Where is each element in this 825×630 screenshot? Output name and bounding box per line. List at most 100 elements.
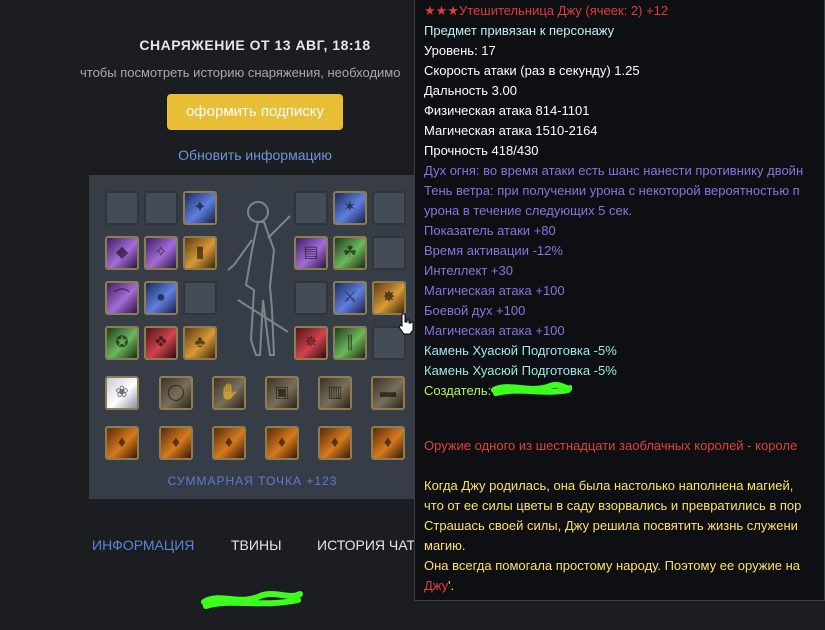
card-slot[interactable]: ♦ <box>159 426 193 460</box>
stat-level: Уровень: 17 <box>424 43 496 58</box>
equip-slot[interactable]: ▤ <box>294 236 328 270</box>
amulet-icon: ✧ <box>154 244 168 261</box>
helmet-icon: ◯ <box>167 384 185 401</box>
bonus-stat: Показатель атаки +80 <box>424 223 556 238</box>
equip-slot[interactable] <box>183 281 217 315</box>
equip-slot[interactable]: ✪ <box>105 326 139 360</box>
skill-fire: Дух огня: во время атаки есть шанс нанес… <box>424 163 804 178</box>
redaction-scribble <box>491 381 572 396</box>
card-icon: ♦ <box>330 434 340 451</box>
equip-slot[interactable]: ∥ <box>333 326 367 360</box>
card-icon: ♦ <box>117 434 127 451</box>
pants-icon: ▥ <box>327 384 343 401</box>
fur-icon: ❀ <box>115 384 129 401</box>
equip-slot[interactable] <box>372 236 406 270</box>
card-slot[interactable]: ♦ <box>371 426 405 460</box>
item-description: Оружие одного из шестнадцати заоблачных … <box>424 438 798 453</box>
equip-slot[interactable]: ◯ <box>159 376 193 410</box>
crystal-icon: ✶ <box>343 199 357 216</box>
pet-icon: ☘ <box>342 244 358 261</box>
hand-cursor-icon <box>398 313 414 335</box>
star-icon: ✵ <box>304 334 318 351</box>
armor-icon: ▣ <box>274 384 290 401</box>
equip-slot[interactable]: ⌒ <box>105 281 139 315</box>
orb-icon: ● <box>156 289 166 306</box>
lore-end: '. <box>448 578 455 593</box>
stat-speed: Скорость атаки (раз в секунду) 1.25 <box>424 63 640 78</box>
boots-icon: ∥ <box>346 334 354 351</box>
equip-slot[interactable]: ✋ <box>212 376 246 410</box>
stat-durability: Прочность 418/430 <box>424 143 539 158</box>
history-hint: чтобы посмотреть историю снаряжения, нео… <box>80 65 401 80</box>
card-slot[interactable]: ♦ <box>265 426 299 460</box>
equip-slot[interactable]: ✵ <box>294 326 328 360</box>
lore-line: Джу'. <box>424 576 454 596</box>
equip-slot[interactable]: ✧ <box>144 236 178 270</box>
tab-twins[interactable]: ТВИНЫ <box>231 537 281 553</box>
character-silhouette <box>227 201 291 356</box>
equip-slot[interactable]: ● <box>144 281 178 315</box>
subscribe-button[interactable]: оформить подписку <box>167 94 343 130</box>
card-icon: ♦ <box>383 434 393 451</box>
equip-slot[interactable]: ♣ <box>183 326 217 360</box>
equip-slot[interactable]: ✶ <box>333 191 367 225</box>
equip-slot[interactable]: ❀ <box>105 376 139 410</box>
scroll-icon: ▤ <box>303 244 319 261</box>
refresh-link[interactable]: Обновить информацию <box>100 147 410 163</box>
equip-slot[interactable]: ❖ <box>144 326 178 360</box>
lore-line: Когда Джу родилась, она была настолько н… <box>424 478 794 493</box>
equip-slot[interactable] <box>294 191 328 225</box>
gem-stat: Камень Хуасюй Подготовка -5% <box>424 343 617 358</box>
stat-phys-attack: Физическая атака 814-1101 <box>424 103 590 118</box>
equip-slot[interactable]: ✦ <box>183 191 217 225</box>
lore-line: что от ее силы цветы в саду взорвались и… <box>424 498 802 513</box>
card-slot[interactable]: ♦ <box>105 426 139 460</box>
equip-slot[interactable]: ✸ <box>372 281 406 315</box>
card-icon: ♦ <box>277 434 287 451</box>
equip-slot[interactable]: ▥ <box>318 376 352 410</box>
card-slot[interactable]: ♦ <box>212 426 246 460</box>
equip-slot[interactable] <box>372 191 406 225</box>
stat-range: Дальность 3.00 <box>424 83 517 98</box>
bonus-stat: Боевой дух +100 <box>424 303 526 318</box>
tab-chat-history[interactable]: ИСТОРИЯ ЧАТА <box>317 537 424 553</box>
equip-slot[interactable]: ⚔ <box>333 281 367 315</box>
redaction-scribble <box>201 591 303 609</box>
shoes-icon: ▬ <box>380 384 396 401</box>
lore-line: магию. <box>424 538 466 553</box>
gloves-icon: ✋ <box>219 384 239 401</box>
equip-slot[interactable]: ▣ <box>265 376 299 410</box>
book-icon: ▮ <box>195 244 205 261</box>
bonus-stat: Магическая атака +100 <box>424 323 565 338</box>
summary-points: СУММАРНАЯ ТОЧКА +123 <box>167 474 338 488</box>
equip-slot[interactable] <box>294 281 328 315</box>
spirit-icon: ♣ <box>194 334 206 351</box>
wing-icon: ✦ <box>193 199 207 216</box>
skill-wind: Тень ветра: при получении урона с некото… <box>424 183 800 198</box>
lore-line: Она всегда помогала простому народу. Поэ… <box>424 558 800 573</box>
equip-slot[interactable] <box>105 191 139 225</box>
equip-slot[interactable]: ☘ <box>333 236 367 270</box>
equip-slot[interactable]: ◆ <box>105 236 139 270</box>
creator-label: Создатель: <box>424 383 492 398</box>
dice-icon: ◆ <box>115 244 129 261</box>
warrior-icon: ⚔ <box>342 289 358 306</box>
stat-mag-attack: Магическая атака 1510-2164 <box>424 123 598 138</box>
lore-name: Джу <box>424 578 449 593</box>
equip-slot[interactable] <box>144 191 178 225</box>
cape-icon: ⌒ <box>113 289 130 306</box>
bound-text: Предмет привязан к персонажу <box>424 23 615 38</box>
lore-line: Страшась своей силы, Джу решила посвятит… <box>424 518 798 533</box>
card-icon: ♦ <box>224 434 234 451</box>
skill-wind-cont: урона в течение следующих 5 сек. <box>424 203 633 218</box>
equip-slot[interactable]: ▮ <box>183 236 217 270</box>
card-icon: ♦ <box>171 434 181 451</box>
tab-info[interactable]: ИНФОРМАЦИЯ <box>92 537 194 553</box>
card-slot[interactable]: ♦ <box>318 426 352 460</box>
weapon-icon: ✸ <box>382 289 396 306</box>
rune-icon: ❖ <box>153 334 169 351</box>
item-name: ★★★Утешительница Джу (ячеек: 2) +12 <box>424 3 669 18</box>
page-title: СНАРЯЖЕНИЕ ОТ 13 АВГ, 18:18 <box>139 37 371 53</box>
bonus-stat: Интеллект +30 <box>424 263 513 278</box>
equip-slot[interactable]: ▬ <box>371 376 405 410</box>
